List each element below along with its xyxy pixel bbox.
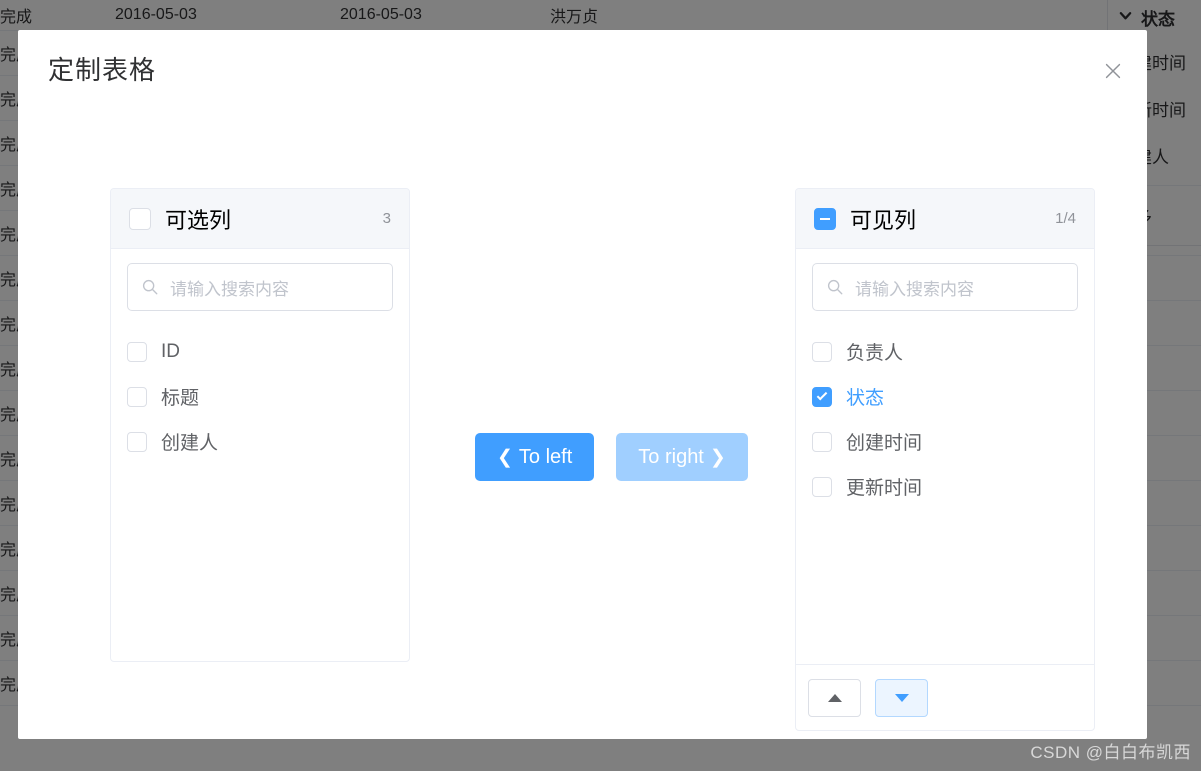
right-panel-header[interactable]: 可见列 1/4 bbox=[796, 189, 1094, 249]
chevron-left-icon: ❮ bbox=[497, 446, 513, 468]
indeterminate-dash-icon bbox=[820, 217, 830, 220]
left-panel-select-all-checkbox[interactable] bbox=[129, 207, 151, 230]
visible-column-item-label: 更新时间 bbox=[846, 478, 923, 499]
customize-table-dialog: 定制表格 可选列 3 请输入搜索内容 ID 标题 创建人 ❮ To left T… bbox=[18, 30, 1147, 739]
available-column-item-label: 标题 bbox=[161, 388, 200, 409]
right-panel-body: 请输入搜索内容 负责人状态创建时间更新时间 bbox=[796, 249, 1094, 509]
visible-column-item[interactable]: 创建时间 bbox=[812, 419, 1078, 464]
visible-column-item[interactable]: 负责人 bbox=[812, 329, 1078, 374]
left-panel-body: 请输入搜索内容 ID 标题创建人 bbox=[111, 249, 409, 464]
left-search-box[interactable]: 请输入搜索内容 bbox=[127, 263, 393, 311]
left-panel-count: 3 bbox=[382, 210, 391, 227]
chevron-right-icon: ❯ bbox=[709, 446, 726, 468]
check-icon bbox=[816, 389, 828, 401]
transfer-component: 可选列 3 请输入搜索内容 ID 标题 创建人 ❮ To left To rig… bbox=[110, 188, 1095, 731]
right-panel-item-list: 负责人状态创建时间更新时间 bbox=[812, 329, 1078, 509]
transfer-buttons: ❮ To left To right ❯ bbox=[475, 433, 748, 481]
transfer-panel-left: 可选列 3 请输入搜索内容 ID 标题创建人 bbox=[110, 188, 410, 662]
left-search-input[interactable]: 请输入搜索内容 bbox=[170, 275, 289, 300]
right-panel-footer bbox=[796, 664, 1094, 730]
visible-column-item-checkbox[interactable] bbox=[812, 341, 832, 362]
right-panel-select-all-checkbox[interactable] bbox=[814, 207, 836, 230]
right-panel-header-label: 可见列 bbox=[850, 207, 917, 233]
to-left-button[interactable]: ❮ To left bbox=[475, 433, 595, 481]
available-column-item-label: 创建人 bbox=[161, 433, 219, 454]
visible-column-item-label: 状态 bbox=[846, 388, 885, 409]
visible-column-item-checkbox[interactable] bbox=[812, 476, 832, 497]
visible-column-item-checkbox[interactable] bbox=[812, 386, 832, 407]
available-column-item-checkbox[interactable] bbox=[127, 386, 147, 407]
move-down-button[interactable] bbox=[875, 678, 928, 717]
left-panel-item-list: ID 标题创建人 bbox=[127, 329, 393, 464]
left-panel-header-label: 可选列 bbox=[165, 207, 232, 233]
visible-column-item-label: 创建时间 bbox=[846, 433, 923, 454]
search-icon bbox=[825, 277, 845, 297]
visible-column-item[interactable]: 状态 bbox=[812, 374, 1078, 419]
available-column-item-label: ID bbox=[161, 340, 180, 362]
to-right-button[interactable]: To right ❯ bbox=[616, 433, 748, 481]
right-search-box[interactable]: 请输入搜索内容 bbox=[812, 263, 1078, 311]
available-column-item[interactable]: 创建人 bbox=[127, 419, 393, 464]
right-search-input[interactable]: 请输入搜索内容 bbox=[855, 275, 974, 300]
to-right-button-label: To right bbox=[638, 445, 704, 468]
move-up-button[interactable] bbox=[808, 678, 861, 717]
available-column-item-checkbox[interactable] bbox=[127, 431, 147, 452]
triangle-up-icon bbox=[827, 693, 842, 702]
search-icon bbox=[140, 277, 160, 297]
transfer-panel-right: 可见列 1/4 请输入搜索内容 负责人状态创建时间更新时间 bbox=[795, 188, 1095, 731]
watermark: CSDN @白白布凯西 bbox=[1030, 743, 1191, 762]
visible-column-item-checkbox[interactable] bbox=[812, 431, 832, 452]
dialog-header: 定制表格 bbox=[18, 30, 1147, 102]
right-panel-count: 1/4 bbox=[1055, 210, 1076, 227]
available-column-item[interactable]: 标题 bbox=[127, 374, 393, 419]
page-title: 定制表格 bbox=[48, 55, 157, 85]
close-icon[interactable] bbox=[1097, 55, 1129, 87]
to-left-button-label: To left bbox=[518, 445, 573, 468]
triangle-down-icon bbox=[894, 693, 909, 702]
left-panel-header[interactable]: 可选列 3 bbox=[111, 189, 409, 249]
available-column-item-checkbox[interactable] bbox=[127, 341, 147, 362]
visible-column-item-label: 负责人 bbox=[846, 343, 904, 364]
visible-column-item[interactable]: 更新时间 bbox=[812, 464, 1078, 509]
available-column-item[interactable]: ID bbox=[127, 329, 393, 374]
